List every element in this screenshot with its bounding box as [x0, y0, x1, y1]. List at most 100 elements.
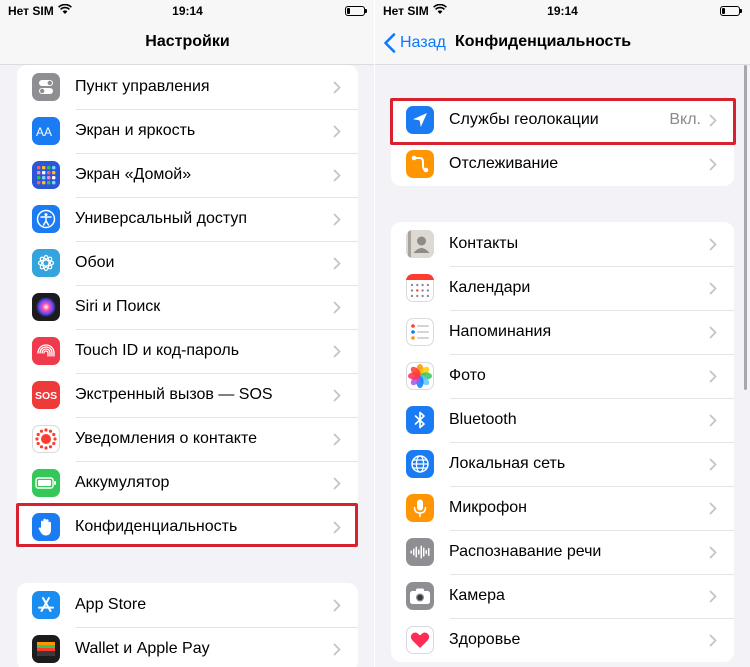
touch-id-icon — [32, 337, 60, 365]
tracking-icon — [406, 150, 434, 178]
speech-recognition-icon — [406, 538, 434, 566]
home-screen-icon — [32, 161, 60, 189]
clock: 19:14 — [547, 4, 578, 18]
row-label: Пункт управления — [75, 78, 210, 95]
row-label: Экран и яркость — [75, 122, 196, 139]
row-label: Микрофон — [449, 499, 527, 516]
settings-row-local-network[interactable]: Локальная сеть — [391, 442, 734, 486]
chevron-right-icon — [709, 158, 717, 170]
clock: 19:14 — [172, 4, 203, 18]
chevron-right-icon — [709, 502, 717, 514]
chevron-right-icon — [333, 345, 341, 357]
settings-row-tracking[interactable]: Отслеживание — [391, 142, 734, 186]
chevron-right-icon — [333, 477, 341, 489]
svg-text:SOS: SOS — [35, 390, 57, 402]
row-label: Экран «Домой» — [75, 166, 192, 183]
chevron-right-icon — [333, 81, 341, 93]
row-value: Вкл. — [669, 111, 701, 128]
chevron-right-icon — [333, 257, 341, 269]
row-label: Локальная сеть — [449, 455, 566, 472]
settings-row-touch-id[interactable]: Touch ID и код-пароль — [17, 329, 358, 373]
chevron-right-icon — [709, 326, 717, 338]
wallet-icon — [32, 635, 60, 663]
settings-group: Пункт управления AA Экран и яркость Экран «… — [17, 65, 358, 549]
row-label: Экстренный вызов — SOS — [75, 386, 273, 403]
settings-row-siri[interactable]: Siri и Поиск — [17, 285, 358, 329]
settings-row-battery[interactable]: Аккумулятор — [17, 461, 358, 505]
control-center-icon — [32, 73, 60, 101]
row-label: Фото — [449, 367, 486, 384]
settings-row-sos[interactable]: SOS Экстренный вызов — SOS — [17, 373, 358, 417]
battery-indicator-icon — [345, 6, 367, 16]
wallpaper-icon — [32, 249, 60, 277]
settings-row-contacts[interactable]: Контакты — [391, 222, 734, 266]
settings-row-wallpaper[interactable]: Обои — [17, 241, 358, 285]
chevron-right-icon — [333, 169, 341, 181]
settings-row-calendar[interactable]: Календари — [391, 266, 734, 310]
settings-row-reminders[interactable]: Напоминания — [391, 310, 734, 354]
back-button[interactable]: Назад — [383, 31, 446, 55]
row-label: Bluetooth — [449, 411, 517, 428]
settings-row-control-center[interactable]: Пункт управления — [17, 65, 358, 109]
settings-row-bluetooth[interactable]: Bluetooth — [391, 398, 734, 442]
sos-icon: SOS — [32, 381, 60, 409]
row-label: Напоминания — [449, 323, 552, 340]
local-network-icon — [406, 450, 434, 478]
row-label: Контакты — [449, 235, 519, 252]
camera-icon — [406, 582, 434, 610]
page-title: Настройки — [145, 33, 230, 50]
settings-row-exposure-notification[interactable]: Уведомления о контакте — [17, 417, 358, 461]
chevron-left-icon — [384, 33, 396, 53]
row-label: Отслеживание — [449, 155, 559, 172]
settings-row-photos[interactable]: Фото — [391, 354, 734, 398]
privacy-group: Контакты Календари Напоминания Фото Bluetoot… — [391, 222, 734, 662]
chevron-right-icon — [333, 213, 341, 225]
settings-row-display-brightness[interactable]: AA Экран и яркость — [17, 109, 358, 153]
photos-icon — [406, 362, 434, 390]
accessibility-icon — [32, 205, 60, 233]
navigation-bar: Назад Конфиденциальность — [375, 22, 750, 65]
settings-row-camera[interactable]: Камера — [391, 574, 734, 618]
chevron-right-icon — [709, 634, 717, 646]
row-label: Wallet и Apple Pay — [75, 640, 210, 657]
row-label: Календари — [449, 279, 531, 296]
location-arrow-icon — [406, 106, 434, 134]
settings-row-wallet[interactable]: Wallet и Apple Pay — [17, 627, 358, 667]
settings-row-location-arrow[interactable]: Службы геолокации Вкл. — [391, 98, 734, 142]
display-brightness-icon: AA — [32, 117, 60, 145]
chevron-right-icon — [709, 458, 717, 470]
chevron-right-icon — [709, 546, 717, 558]
settings-row-speech-recognition[interactable]: Распознавание речи — [391, 530, 734, 574]
scrollbar[interactable] — [744, 65, 747, 390]
status-bar: Нет SIM 19:14 — [375, 0, 750, 22]
row-label: Универсальный доступ — [75, 210, 248, 227]
settings-row-accessibility[interactable]: Универсальный доступ — [17, 197, 358, 241]
row-label: App Store — [75, 596, 147, 613]
chevron-right-icon — [709, 414, 717, 426]
chevron-right-icon — [709, 370, 717, 382]
row-label: Обои — [75, 254, 115, 271]
settings-row-privacy-hand[interactable]: Конфиденциальность — [17, 505, 358, 549]
row-label: Здоровье — [449, 631, 521, 648]
chevron-right-icon — [333, 521, 341, 533]
privacy-hand-icon — [32, 513, 60, 541]
navigation-bar: Настройки — [0, 22, 375, 65]
row-label: Конфиденциальность — [75, 518, 238, 535]
settings-row-microphone[interactable]: Микрофон — [391, 486, 734, 530]
row-label: Камера — [449, 587, 505, 604]
reminders-icon — [406, 318, 434, 346]
chevron-right-icon — [709, 238, 717, 250]
svg-text:AA: AA — [36, 125, 52, 139]
chevron-right-icon — [333, 643, 341, 655]
settings-row-home-screen[interactable]: Экран «Домой» — [17, 153, 358, 197]
back-button-label: Назад — [400, 34, 446, 51]
settings-row-app-store[interactable]: App Store — [17, 583, 358, 627]
settings-row-health[interactable]: Здоровье — [391, 618, 734, 662]
calendar-icon — [406, 274, 434, 302]
app-store-icon — [32, 591, 60, 619]
row-label: Распознавание речи — [449, 543, 602, 560]
siri-icon — [32, 293, 60, 321]
contacts-icon — [406, 230, 434, 258]
chevron-right-icon — [333, 125, 341, 137]
row-label: Аккумулятор — [75, 474, 170, 491]
